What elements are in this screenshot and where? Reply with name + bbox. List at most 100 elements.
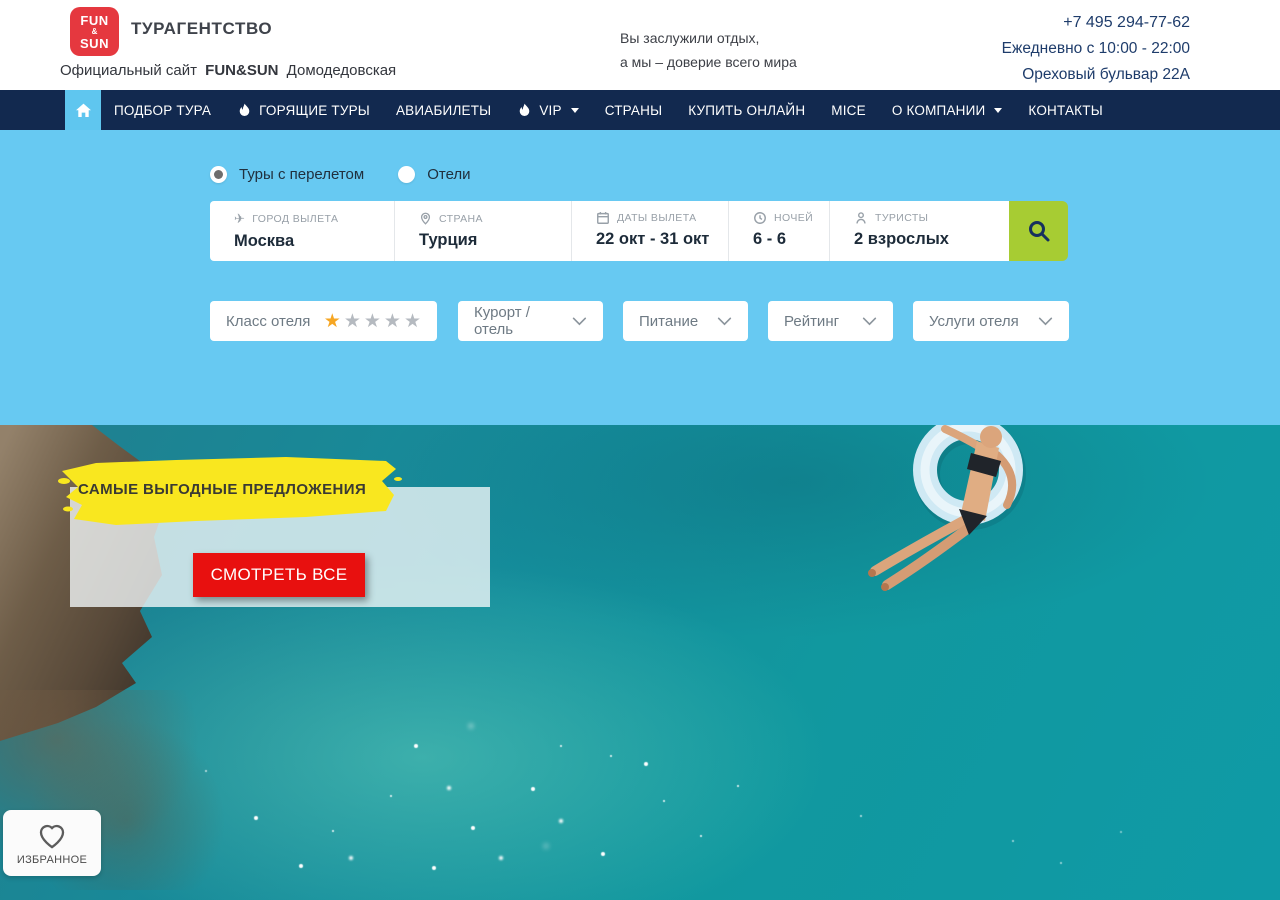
star-icon[interactable]: ★ <box>404 312 421 331</box>
hero-photo: САМЫЕ ВЫГОДНЫЕ ПРЕДЛОЖЕНИЯ СМОТРЕТЬ ВСЕ <box>0 425 1280 900</box>
home-icon <box>75 102 92 118</box>
radio-button[interactable] <box>398 166 415 183</box>
view-all-button[interactable]: СМОТРЕТЬ ВСЕ <box>193 553 365 597</box>
subtitle-prefix: Официальный сайт <box>60 62 197 79</box>
woman-on-swim-ring <box>845 425 1085 610</box>
clock-icon <box>753 211 767 225</box>
phone-number[interactable]: +7 495 294-77-62 <box>1002 10 1190 36</box>
nav-item-mice[interactable]: MICE <box>818 90 879 130</box>
chevron-down-icon <box>994 108 1002 113</box>
nights-field[interactable]: НОЧЕЙ 6 - 6 <box>729 201 830 261</box>
calendar-icon <box>596 211 610 225</box>
hotel-class-filter[interactable]: Класс отеля ★ ★ ★ ★ ★ <box>210 301 437 341</box>
field-label: ДАТЫ ВЫЛЕТА <box>617 212 697 224</box>
field-value: 2 взрослых <box>854 230 1009 249</box>
subtitle-brand: FUN&SUN <box>205 62 278 79</box>
search-button[interactable] <box>1009 201 1068 261</box>
tagline: Вы заслужили отдых, а мы – доверие всего… <box>620 26 797 74</box>
nav-label: АВИАБИЛЕТЫ <box>396 103 491 118</box>
country-field[interactable]: СТРАНА Турция <box>395 201 572 261</box>
logo-line: & <box>92 28 98 36</box>
nav-item-hot-tours[interactable]: ГОРЯЩИЕ ТУРЫ <box>224 90 383 130</box>
nav-item-contacts[interactable]: КОНТАКТЫ <box>1015 90 1115 130</box>
logo-line: FUN <box>80 14 108 27</box>
rating-dropdown[interactable]: Рейтинг <box>768 301 893 341</box>
search-mode-row: Туры с перелетом Отели <box>210 166 471 183</box>
radio-label: Туры с перелетом <box>239 166 364 183</box>
chevron-down-icon <box>862 317 877 326</box>
plane-icon: ✈ <box>234 211 245 227</box>
nav-label: СТРАНЫ <box>605 103 663 118</box>
nav-item-tour-search[interactable]: ПОДБОР ТУРА <box>101 90 224 130</box>
address: Ореховый бульвар 22А <box>1002 62 1190 88</box>
nav-item-vip[interactable]: VIP <box>504 90 591 130</box>
nav-item-air-tickets[interactable]: АВИАБИЛЕТЫ <box>383 90 504 130</box>
favorites-button[interactable]: ИЗБРАННОЕ <box>3 810 101 876</box>
search-icon <box>1027 219 1051 243</box>
hotel-services-dropdown[interactable]: Услуги отеля <box>913 301 1069 341</box>
nav-item-buy-online[interactable]: КУПИТЬ ОНЛАЙН <box>675 90 818 130</box>
filter-label: Услуги отеля <box>929 313 1019 330</box>
header: FUN & SUN ТУРАГЕНТСТВО Официальный сайт … <box>0 0 1280 90</box>
favorites-label: ИЗБРАННОЕ <box>17 854 87 866</box>
water-sparkles <box>0 425 2 427</box>
field-label: ТУРИСТЫ <box>875 212 928 224</box>
food-dropdown[interactable]: Питание <box>623 301 748 341</box>
person-icon <box>854 211 868 225</box>
filter-label: Курорт / отель <box>474 304 572 338</box>
star-rating[interactable]: ★ ★ ★ ★ ★ <box>324 312 421 331</box>
nav-label: MICE <box>831 103 866 118</box>
tagline-line2: а мы – доверие всего мира <box>620 50 797 74</box>
brand-title: ТУРАГЕНТСТВО <box>131 19 272 39</box>
search-section: Туры с перелетом Отели ✈ ГОРОД ВЫЛЕТА Мо… <box>0 130 1280 425</box>
field-label: НОЧЕЙ <box>774 212 813 224</box>
chevron-down-icon <box>717 317 732 326</box>
nav-item-countries[interactable]: СТРАНЫ <box>592 90 676 130</box>
site-subtitle: Официальный сайт FUN&SUN Домодедовская <box>60 62 396 79</box>
star-icon[interactable]: ★ <box>344 312 361 331</box>
heart-icon <box>36 821 68 850</box>
nav-label: О КОМПАНИИ <box>892 103 986 118</box>
main-nav: ПОДБОР ТУРА ГОРЯЩИЕ ТУРЫ АВИАБИЛЕТЫ VIP … <box>0 90 1280 130</box>
radio-hotels[interactable]: Отели <box>398 166 470 183</box>
chevron-down-icon <box>571 108 579 113</box>
subtitle-suffix: Домодедовская <box>287 62 397 79</box>
field-value: 22 окт - 31 окт <box>596 230 728 249</box>
nav-label: КОНТАКТЫ <box>1028 103 1102 118</box>
radio-tours-with-flight[interactable]: Туры с перелетом <box>210 166 364 183</box>
resort-hotel-dropdown[interactable]: Курорт / отель <box>458 301 603 341</box>
chevron-down-icon <box>1038 317 1053 326</box>
nav-home-tab[interactable] <box>65 90 101 130</box>
nav-label: VIP <box>539 103 561 118</box>
nav-label: КУПИТЬ ОНЛАЙН <box>688 103 805 118</box>
field-value: Турция <box>419 231 571 250</box>
filter-row: Класс отеля ★ ★ ★ ★ ★ Курорт / отель Пит… <box>210 301 1069 341</box>
star-icon[interactable]: ★ <box>324 312 341 331</box>
flame-icon <box>237 102 252 119</box>
tourists-field[interactable]: ТУРИСТЫ 2 взрослых <box>830 201 1009 261</box>
star-icon[interactable]: ★ <box>364 312 381 331</box>
page: FUN & SUN ТУРАГЕНТСТВО Официальный сайт … <box>0 0 1280 900</box>
departure-dates-field[interactable]: ДАТЫ ВЫЛЕТА 22 окт - 31 окт <box>572 201 729 261</box>
filter-label: Класс отеля <box>226 313 310 330</box>
location-pin-icon <box>419 211 432 226</box>
field-value: 6 - 6 <box>753 230 829 249</box>
tagline-line1: Вы заслужили отдых, <box>620 26 797 50</box>
departure-city-field[interactable]: ✈ ГОРОД ВЫЛЕТА Москва <box>210 201 395 261</box>
funsun-logo[interactable]: FUN & SUN <box>70 7 119 56</box>
banner-brush: САМЫЕ ВЫГОДНЫЕ ПРЕДЛОЖЕНИЯ <box>56 451 402 533</box>
chevron-down-icon <box>572 317 587 326</box>
filter-label: Рейтинг <box>784 313 839 330</box>
nav-item-about[interactable]: О КОМПАНИИ <box>879 90 1016 130</box>
contact-block: +7 495 294-77-62 Ежедневно с 10:00 - 22:… <box>1002 10 1190 88</box>
star-icon[interactable]: ★ <box>384 312 401 331</box>
banner-title: САМЫЕ ВЫГОДНЫЕ ПРЕДЛОЖЕНИЯ <box>78 481 366 498</box>
search-bar: ✈ ГОРОД ВЫЛЕТА Москва СТРАНА Турция <box>210 201 1068 261</box>
radio-button[interactable] <box>210 166 227 183</box>
logo-line: SUN <box>80 37 109 50</box>
nav-label: ПОДБОР ТУРА <box>114 103 211 118</box>
working-hours: Ежедневно с 10:00 - 22:00 <box>1002 36 1190 62</box>
field-value: Москва <box>234 232 394 251</box>
radio-label: Отели <box>427 166 470 183</box>
filter-label: Питание <box>639 313 698 330</box>
